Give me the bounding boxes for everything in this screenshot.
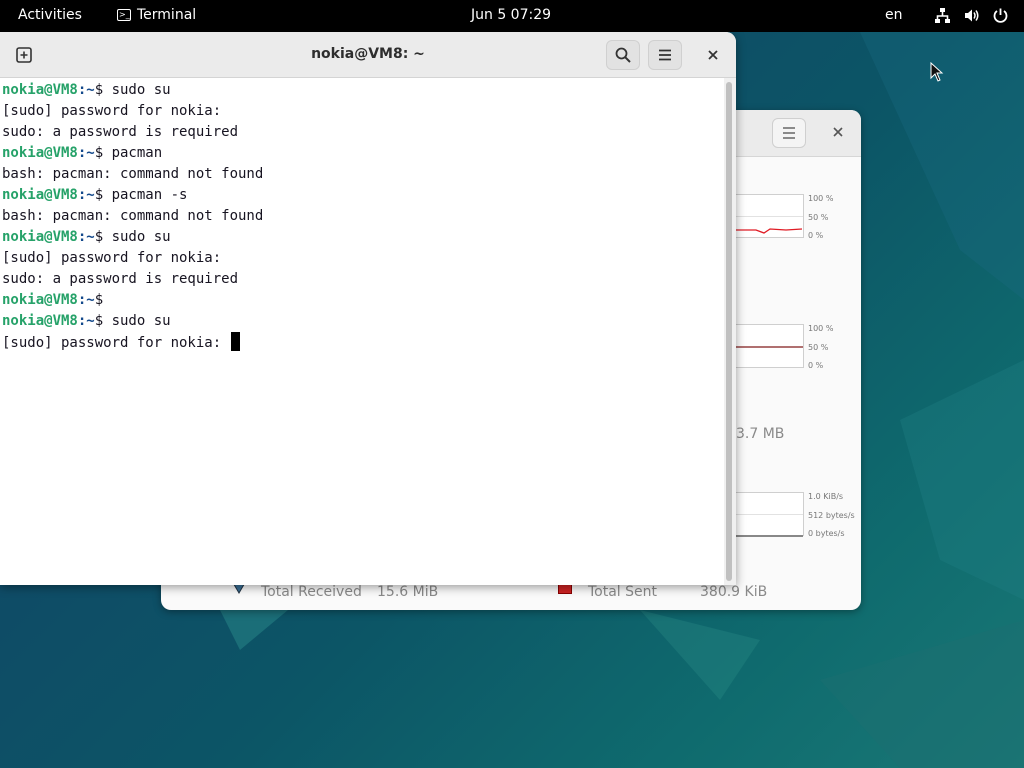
system-monitor-menu-button[interactable] bbox=[772, 118, 806, 148]
network-tick: 0 bytes/s bbox=[808, 529, 845, 538]
terminal-scrollbar[interactable] bbox=[724, 78, 736, 585]
terminal-line: nokia@VM8:~$ bbox=[0, 290, 724, 311]
text-cursor bbox=[230, 332, 240, 351]
terminal-line: sudo: a password is required bbox=[0, 269, 724, 290]
command-text: $ pacman -s bbox=[94, 187, 188, 203]
network-tick: 512 bytes/s bbox=[808, 511, 855, 520]
main-menu-button[interactable] bbox=[648, 40, 682, 70]
hamburger-icon bbox=[783, 127, 795, 139]
app-name: Terminal bbox=[137, 7, 197, 23]
mouse-pointer-icon bbox=[930, 62, 944, 82]
terminal-headerbar[interactable]: nokia@VM8: ~ bbox=[0, 32, 736, 78]
output-text: sudo: a password is required bbox=[2, 124, 239, 140]
terminal-app-icon: >_ bbox=[117, 9, 131, 21]
app-menu[interactable]: >_ Terminal bbox=[117, 7, 196, 23]
command-text: $ pacman bbox=[94, 145, 163, 161]
cpu-tick: 0 % bbox=[808, 231, 824, 240]
total-received-value: 15.6 MiB bbox=[377, 584, 439, 600]
output-text: [sudo] password for nokia: bbox=[2, 250, 222, 266]
terminal-line: [sudo] password for nokia: bbox=[0, 101, 724, 122]
terminal-line: bash: pacman: command not found bbox=[0, 206, 724, 227]
memory-tick: 50 % bbox=[808, 343, 829, 352]
output-text: bash: pacman: command not found bbox=[2, 208, 264, 224]
prompt-user: nokia@VM8 bbox=[2, 145, 78, 161]
total-sent-label: Total Sent bbox=[588, 584, 658, 600]
terminal-line: [sudo] password for nokia: bbox=[0, 332, 724, 353]
terminal-line: nokia@VM8:~$ sudo su bbox=[0, 311, 724, 332]
terminal-line: bash: pacman: command not found bbox=[0, 164, 724, 185]
prompt-path: :~ bbox=[77, 82, 95, 98]
prompt-path: :~ bbox=[77, 313, 95, 329]
close-button[interactable] bbox=[696, 40, 730, 70]
output-text: bash: pacman: command not found bbox=[2, 166, 264, 182]
memory-tick: 0 % bbox=[808, 361, 824, 370]
cpu-graph bbox=[736, 194, 804, 238]
terminal-line: nokia@VM8:~$ pacman bbox=[0, 143, 724, 164]
terminal-line: [sudo] password for nokia: bbox=[0, 248, 724, 269]
terminal-line: sudo: a password is required bbox=[0, 122, 724, 143]
terminal-line: nokia@VM8:~$ sudo su bbox=[0, 80, 724, 101]
input-language[interactable]: en bbox=[885, 7, 903, 23]
power-icon bbox=[992, 7, 1009, 24]
total-received-label: Total Received bbox=[261, 584, 362, 600]
cpu-tick: 50 % bbox=[808, 213, 829, 222]
memory-graph bbox=[736, 324, 804, 368]
prompt-user: nokia@VM8 bbox=[2, 313, 78, 329]
prompt-path: :~ bbox=[77, 145, 95, 161]
top-bar: Activities >_ Terminal Jun 5 07:29 en bbox=[0, 0, 1024, 32]
output-text: sudo: a password is required bbox=[2, 271, 239, 287]
memory-value: 3.7 MB bbox=[736, 426, 785, 442]
activities-button[interactable]: Activities bbox=[18, 7, 82, 23]
memory-tick: 100 % bbox=[808, 324, 834, 333]
volume-icon bbox=[963, 7, 980, 24]
network-icon bbox=[934, 7, 951, 24]
command-text: $ sudo su bbox=[94, 82, 171, 98]
prompt-path: :~ bbox=[77, 292, 95, 308]
prompt-user: nokia@VM8 bbox=[2, 229, 78, 245]
scrollbar-thumb[interactable] bbox=[726, 82, 732, 581]
prompt-user: nokia@VM8 bbox=[2, 82, 78, 98]
terminal-window[interactable]: nokia@VM8: ~ nokia@VM8:~$ sudo su [sudo] … bbox=[0, 32, 736, 585]
output-text: [sudo] password for nokia: bbox=[2, 335, 230, 351]
prompt-path: :~ bbox=[77, 229, 95, 245]
system-monitor-close-button[interactable] bbox=[831, 124, 845, 138]
search-icon bbox=[615, 47, 631, 63]
clock[interactable]: Jun 5 07:29 bbox=[471, 7, 551, 23]
terminal-line: nokia@VM8:~$ sudo su bbox=[0, 227, 724, 248]
prompt-user: nokia@VM8 bbox=[2, 187, 78, 203]
command-text: $ bbox=[94, 292, 104, 308]
prompt-user: nokia@VM8 bbox=[2, 292, 78, 308]
output-text: [sudo] password for nokia: bbox=[2, 103, 222, 119]
network-tick: 1.0 KiB/s bbox=[808, 492, 844, 501]
terminal-output[interactable]: nokia@VM8:~$ sudo su [sudo] password for … bbox=[0, 78, 724, 585]
close-icon bbox=[708, 50, 718, 60]
command-text: $ sudo su bbox=[94, 313, 171, 329]
command-text: $ sudo su bbox=[94, 229, 171, 245]
network-graph bbox=[736, 492, 804, 537]
search-button[interactable] bbox=[606, 40, 640, 70]
terminal-line: nokia@VM8:~$ pacman -s bbox=[0, 185, 724, 206]
system-tray[interactable] bbox=[934, 7, 1009, 24]
total-sent-value: 380.9 KiB bbox=[700, 584, 768, 600]
hamburger-icon bbox=[659, 49, 671, 61]
close-icon bbox=[833, 127, 843, 137]
prompt-path: :~ bbox=[77, 187, 95, 203]
cpu-history-line bbox=[736, 228, 803, 234]
cpu-tick: 100 % bbox=[808, 194, 834, 203]
